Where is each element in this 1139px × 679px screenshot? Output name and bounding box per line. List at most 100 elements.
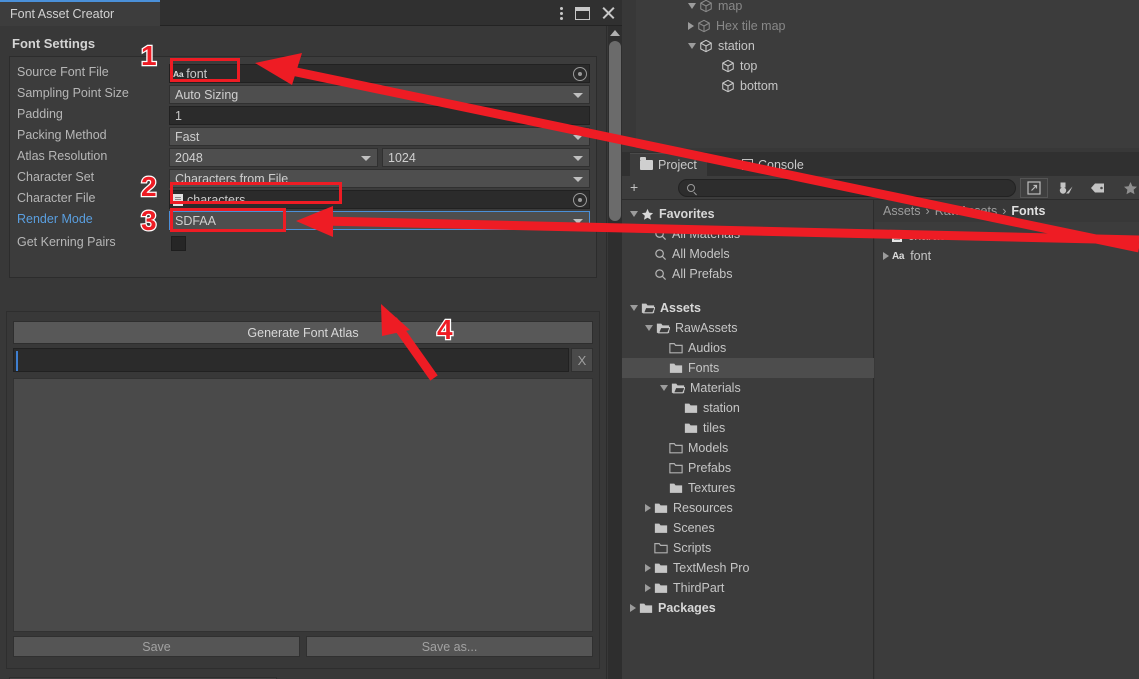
tree-item-label: Packages <box>658 601 716 615</box>
tab-project[interactable]: Project <box>630 153 707 176</box>
object-picker-icon[interactable] <box>573 193 587 207</box>
tree-item-all-prefabs[interactable]: All Prefabs <box>622 264 874 284</box>
tree-item-favorites[interactable]: Favorites <box>622 204 874 224</box>
tree-item-label: Assets <box>660 301 701 315</box>
asset-item-characters[interactable]: characters <box>875 226 1139 246</box>
window-titlebar: Font Asset Creator <box>0 0 622 26</box>
font-asset-creator-window: Font Asset Creator Font Settings Source … <box>0 0 622 679</box>
atlas-resolution-height-value: 1024 <box>388 150 416 165</box>
tree-item-tiles[interactable]: tiles <box>622 418 874 438</box>
chevron-down-icon <box>573 219 583 224</box>
clear-progress-button[interactable]: X <box>571 348 593 372</box>
character-set-dropdown[interactable]: Characters from File <box>169 169 590 188</box>
tree-item-label: Models <box>688 441 729 455</box>
hierarchy-item-bottom[interactable]: bottom <box>712 76 778 96</box>
hierarchy-item-hex-tile-map[interactable]: Hex tile map <box>688 16 785 36</box>
tree-item-station[interactable]: station <box>622 398 874 418</box>
padding-input[interactable]: 1 <box>169 106 590 125</box>
packing-method-dropdown[interactable]: Fast <box>169 127 590 146</box>
progress-bar[interactable] <box>13 348 569 372</box>
filter-type-icon[interactable] <box>1052 178 1080 198</box>
tree-item-label: All Models <box>672 247 730 261</box>
character-file-field[interactable]: characters <box>169 190 590 209</box>
asset-item-font[interactable]: Aa font <box>875 246 1139 266</box>
sampling-point-size-value: Auto Sizing <box>175 87 239 102</box>
font-asset-creator-body: Font Settings Source Font File Aa font S… <box>0 26 606 679</box>
search-box[interactable] <box>678 179 1016 197</box>
tree-item-materials[interactable]: Materials <box>622 378 874 398</box>
sampling-point-size-dropdown[interactable]: Auto Sizing <box>169 85 590 104</box>
hierarchy-item-top[interactable]: top <box>712 56 757 76</box>
tree-item-label: RawAssets <box>675 321 738 335</box>
character-file-value: characters <box>187 192 246 207</box>
tree-item-label: Textures <box>688 481 736 495</box>
font-asset-creator-scrollbar[interactable] <box>606 26 622 679</box>
label-character-file: Character File <box>17 191 96 205</box>
tree-item-all-models[interactable]: All Models <box>622 244 874 264</box>
label-tag-icon[interactable] <box>1084 178 1112 198</box>
tree-item-fonts[interactable]: Fonts <box>622 358 874 378</box>
text-cursor <box>16 351 18 371</box>
tab-project-label: Project <box>658 158 697 172</box>
chevron-down-icon <box>573 93 583 98</box>
label-render-mode: Render Mode <box>17 212 93 226</box>
object-picker-icon[interactable] <box>573 67 587 81</box>
save-button[interactable]: Save <box>13 636 300 657</box>
label-get-kerning-pairs: Get Kerning Pairs <box>17 235 116 249</box>
tree-item-assets[interactable]: Assets <box>622 298 874 318</box>
hierarchy-item-station[interactable]: station <box>688 36 755 56</box>
tree-item-packages[interactable]: Packages <box>622 598 874 618</box>
atlas-resolution-height-dropdown[interactable]: 1024 <box>382 148 590 167</box>
hierarchy-list: map Hex tile map station top bottom <box>636 0 1139 148</box>
search-input[interactable] <box>700 181 990 195</box>
tree-item-all-materials[interactable]: All Materials <box>622 224 874 244</box>
tree-item-audios[interactable]: Audios <box>622 338 874 358</box>
tree-item-rawassets[interactable]: RawAssets <box>622 318 874 338</box>
document-icon <box>892 230 902 242</box>
tree-item-textmesh-pro[interactable]: TextMesh Pro <box>622 558 874 578</box>
maximize-icon[interactable] <box>575 6 590 20</box>
label-character-set: Character Set <box>17 170 95 184</box>
kebab-menu-icon[interactable] <box>560 6 564 21</box>
generate-font-atlas-button[interactable]: Generate Font Atlas <box>13 321 593 344</box>
atlas-resolution-width-dropdown[interactable]: 2048 <box>169 148 378 167</box>
tree-item-label: Prefabs <box>688 461 732 475</box>
row-packing-method: Packing Method Fast <box>10 126 598 147</box>
padding-value: 1 <box>175 108 182 123</box>
tree-item-textures[interactable]: Textures <box>622 478 874 498</box>
tree-item-scripts[interactable]: Scripts <box>622 538 874 558</box>
row-character-file: Character File characters <box>10 189 598 210</box>
breadcrumb-part[interactable]: RawAssets <box>935 204 998 218</box>
tree-item-scenes[interactable]: Scenes <box>622 518 874 538</box>
source-font-file-field[interactable]: Aa font <box>169 64 590 83</box>
open-in-new-icon[interactable] <box>1020 178 1048 198</box>
label-source-font-file: Source Font File <box>17 65 109 79</box>
breadcrumb-part[interactable]: Assets <box>883 204 921 218</box>
scroll-up-icon[interactable] <box>610 30 620 36</box>
font-settings-group: Source Font File Aa font Sampling Point … <box>9 56 597 278</box>
add-asset-button[interactable]: + <box>630 180 638 194</box>
get-kerning-pairs-checkbox[interactable] <box>171 236 186 251</box>
render-mode-dropdown[interactable]: SDFAA <box>169 211 590 230</box>
save-as-button[interactable]: Save as... <box>306 636 593 657</box>
scrollbar-thumb[interactable] <box>609 41 621 221</box>
document-icon <box>173 193 183 206</box>
label-sampling-point-size: Sampling Point Size <box>17 86 129 100</box>
hierarchy-item-label: Hex tile map <box>716 19 786 33</box>
row-render-mode: Render Mode SDFAA <box>10 210 598 231</box>
tab-font-asset-creator[interactable]: Font Asset Creator <box>0 0 160 26</box>
asset-item-label: font <box>910 249 932 263</box>
tree-item-prefabs[interactable]: Prefabs <box>622 458 874 478</box>
tree-item-label: Materials <box>690 381 741 395</box>
tree-item-label: Fonts <box>688 361 720 375</box>
hierarchy-item-map[interactable]: map <box>688 0 742 16</box>
tree-item-models[interactable]: Models <box>622 438 874 458</box>
render-mode-value: SDFAA <box>175 213 216 228</box>
close-icon[interactable] <box>601 6 616 21</box>
tree-item-label: TextMesh Pro <box>673 561 750 575</box>
favorite-star-icon[interactable] <box>1116 178 1139 198</box>
tab-console[interactable]: Console <box>732 153 814 176</box>
tree-item-thirdpart[interactable]: ThirdPart <box>622 578 874 598</box>
tree-item-resources[interactable]: Resources <box>622 498 874 518</box>
row-character-set: Character Set Characters from File <box>10 168 598 189</box>
